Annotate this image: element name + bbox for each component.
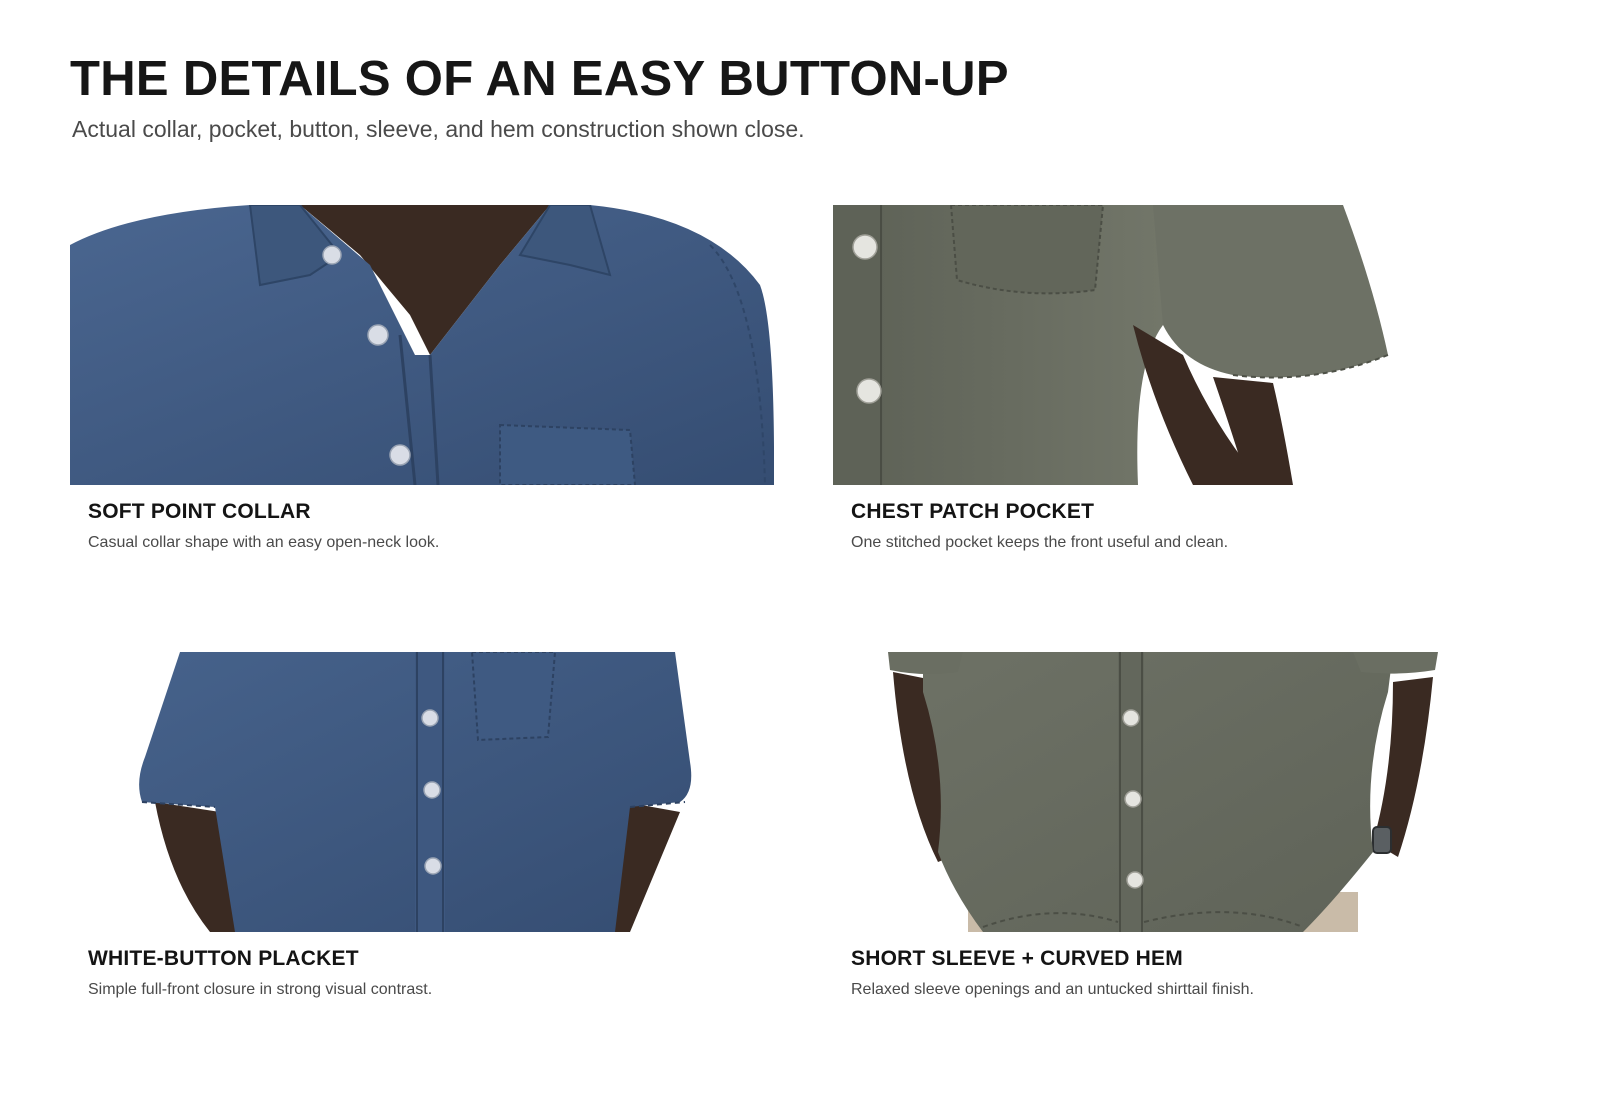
blue-shirt-collar-image bbox=[70, 205, 774, 485]
pocket-text: CHEST PATCH POCKET One stitched pocket k… bbox=[833, 485, 1537, 553]
page-header: THE DETAILS OF AN EASY BUTTON-UP Actual … bbox=[70, 50, 1270, 144]
feature-card-sleeve-hem: SHORT SLEEVE + CURVED HEM Relaxed sleeve… bbox=[833, 652, 1537, 1000]
page-title: THE DETAILS OF AN EASY BUTTON-UP bbox=[70, 52, 1009, 106]
placket-photo bbox=[70, 652, 774, 932]
feature-card-placket: WHITE-BUTTON PLACKET Simple full-front c… bbox=[70, 652, 774, 1000]
feature-description: Casual collar shape with an easy open-ne… bbox=[88, 534, 440, 551]
sleeve-hem-text: SHORT SLEEVE + CURVED HEM Relaxed sleeve… bbox=[833, 932, 1537, 1000]
feature-title: SOFT POINT COLLAR bbox=[88, 500, 311, 523]
olive-shirt-sleeve-hem-image bbox=[833, 652, 1537, 932]
feature-title: SHORT SLEEVE + CURVED HEM bbox=[851, 947, 1183, 970]
feature-description: One stitched pocket keeps the front usef… bbox=[851, 534, 1229, 551]
blue-shirt-placket-image bbox=[70, 652, 774, 932]
feature-card-collar: SOFT POINT COLLAR Casual collar shape wi… bbox=[70, 205, 774, 553]
feature-title: WHITE-BUTTON PLACKET bbox=[88, 947, 359, 970]
feature-description: Relaxed sleeve openings and an untucked … bbox=[851, 981, 1254, 998]
placket-text: WHITE-BUTTON PLACKET Simple full-front c… bbox=[70, 932, 774, 1000]
olive-shirt-pocket-image bbox=[833, 205, 1537, 485]
sleeve-hem-photo bbox=[833, 652, 1537, 932]
collar-text: SOFT POINT COLLAR Casual collar shape wi… bbox=[70, 485, 774, 553]
feature-description: Simple full-front closure in strong visu… bbox=[88, 981, 433, 998]
feature-title: CHEST PATCH POCKET bbox=[851, 500, 1095, 523]
pocket-photo bbox=[833, 205, 1537, 485]
feature-card-pocket: CHEST PATCH POCKET One stitched pocket k… bbox=[833, 205, 1537, 553]
page-subtitle: Actual collar, pocket, button, sleeve, a… bbox=[72, 116, 805, 142]
collar-photo bbox=[70, 205, 774, 485]
